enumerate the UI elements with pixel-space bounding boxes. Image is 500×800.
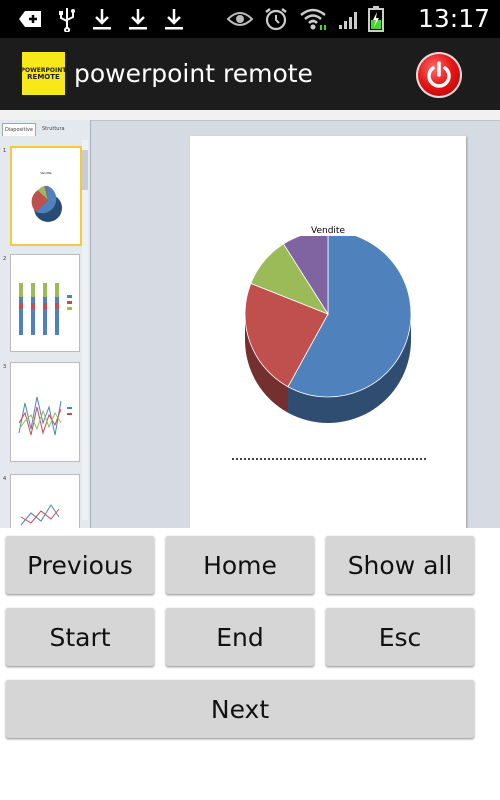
slide-thumbnail-1: Vendite xyxy=(10,146,82,246)
usb-icon xyxy=(56,6,78,32)
slide-thumbnail-3 xyxy=(10,362,80,462)
alarm-icon xyxy=(262,6,290,32)
eye-icon xyxy=(226,6,254,32)
app-title: powerpoint remote xyxy=(74,59,313,88)
svg-text:Vendite: Vendite xyxy=(40,171,51,175)
tab-slides: Diapositive xyxy=(2,123,36,136)
end-button[interactable]: End xyxy=(166,608,314,666)
presentation-preview: Diapositive Struttura 1 Vendite 2 3 4 Ve… xyxy=(0,110,500,528)
slide-thumbnail-4 xyxy=(10,474,80,528)
current-slide: Vendite xyxy=(190,136,466,528)
home-button[interactable]: Home xyxy=(166,536,314,594)
battery-charging-icon xyxy=(366,6,386,32)
download-icon xyxy=(126,6,150,32)
power-icon xyxy=(427,61,451,88)
remote-controls: Previous Home Show all Start End Esc Nex… xyxy=(0,528,500,800)
android-debug-icon xyxy=(16,6,44,32)
panel-tabs: Diapositive Struttura xyxy=(0,123,90,136)
previous-button[interactable]: Previous xyxy=(6,536,154,594)
app-logo-line2: REMOTE xyxy=(27,72,60,81)
slide-thumbnail-2 xyxy=(10,254,80,352)
download-icon xyxy=(162,6,186,32)
thumbnail-scrollbar xyxy=(82,140,88,520)
status-bar: 13:17 xyxy=(0,0,500,38)
app-logo: POWERPOINT REMOTE xyxy=(21,52,66,95)
esc-button[interactable]: Esc xyxy=(326,608,474,666)
power-button[interactable] xyxy=(416,52,462,98)
start-button[interactable]: Start xyxy=(6,608,154,666)
clock: 13:17 xyxy=(417,4,490,33)
tab-outline: Struttura xyxy=(42,126,65,132)
signal-icon xyxy=(336,6,362,32)
slide-title: Vendite xyxy=(311,226,345,236)
slide-thumbnail-panel: Diapositive Struttura 1 Vendite 2 3 4 xyxy=(0,120,91,528)
next-button[interactable]: Next xyxy=(6,680,474,738)
thumbnail-number: 4 xyxy=(3,476,7,482)
thumbnail-number: 1 xyxy=(3,148,7,154)
thumbnail-number: 2 xyxy=(3,256,7,262)
thumbnail-number: 3 xyxy=(3,364,7,370)
show-all-button[interactable]: Show all xyxy=(326,536,474,594)
slide-text-placeholder xyxy=(232,458,426,460)
wifi-icon xyxy=(298,6,328,32)
download-icon xyxy=(90,6,114,32)
pie-chart xyxy=(244,236,412,423)
app-bar: POWERPOINT REMOTE powerpoint remote xyxy=(0,38,500,110)
